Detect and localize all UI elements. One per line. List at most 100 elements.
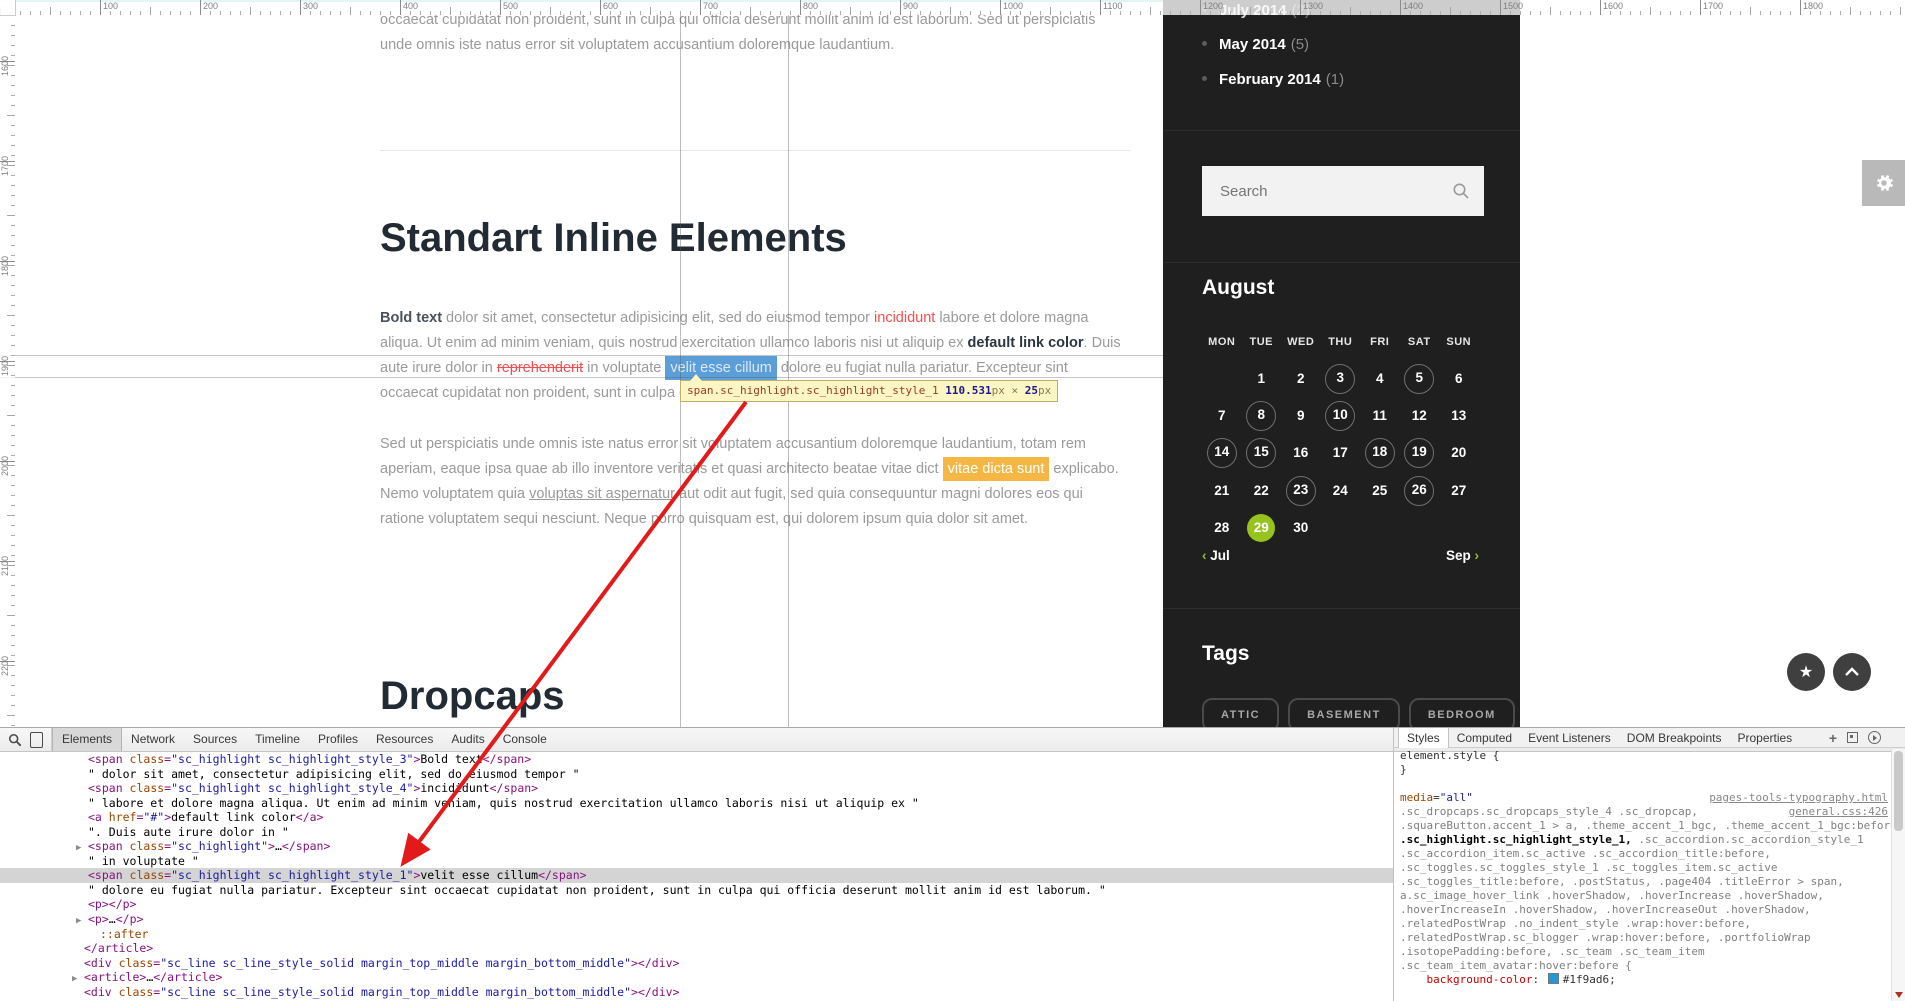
inspect-guide-bottom [0,377,1163,378]
devtools-tab[interactable]: Profiles [309,728,367,751]
dom-node-line[interactable]: " dolore eu fugiat nulla pariatur. Excep… [0,883,1393,898]
stylesheet-link[interactable]: pages-tools-typography.html [1709,791,1888,805]
calendar-day[interactable]: 6 [1439,360,1479,397]
calendar-day[interactable]: 14 [1202,435,1242,472]
devtools-tab[interactable]: Elements [52,728,122,751]
styles-tab[interactable]: Properties [1729,728,1800,748]
dom-node-line[interactable]: <div class="sc_line sc_line_style_solid … [0,985,1393,1000]
dom-node-line[interactable]: <p></p> [0,897,1393,912]
calendar-day[interactable]: 11 [1360,397,1400,434]
css-rule-line[interactable]: media="all"pages-tools-typography.html [1394,791,1892,805]
styles-tab[interactable]: Computed [1449,728,1520,748]
calendar-day[interactable] [1202,360,1242,397]
dom-node-line[interactable]: ▶<p>…</p> [0,912,1393,927]
css-rule-line[interactable]: element.style { [1394,749,1892,763]
calendar-day[interactable]: 15 [1242,435,1282,472]
calendar-day[interactable]: 26 [1400,472,1440,509]
styles-tab[interactable]: Styles [1398,728,1449,748]
css-rule-line[interactable]: .hoverIncreaseIn .hoverShadow, .hoverInc… [1394,903,1892,917]
dom-node-line[interactable]: <div class="sc_line sc_line_style_solid … [0,956,1393,971]
dom-node-line[interactable]: ▶<article>…</article> [0,970,1393,985]
calendar-day[interactable]: 27 [1439,472,1479,509]
calendar-day[interactable]: 7 [1202,397,1242,434]
dom-node-line[interactable]: ". Duis aute irure dolor in " [0,825,1393,840]
css-rule-line[interactable]: a.sc_image_hover_link .hoverShadow, .hov… [1394,889,1892,903]
css-rule-line[interactable]: .sc_toggles_title:before, .postStatus, .… [1394,875,1892,889]
animations-icon[interactable] [1868,731,1881,744]
calendar-day[interactable]: 29 [1242,510,1282,547]
calendar-day[interactable]: 24 [1321,472,1361,509]
stylesheet-link[interactable]: general.css:426 [1789,805,1888,819]
calendar-day[interactable]: 13 [1439,397,1479,434]
dom-node-line[interactable]: <span class="sc_highlight sc_highlight_s… [0,781,1393,796]
css-rule-line[interactable]: .relatedPostWrap .no_indent_style .wrap:… [1394,917,1892,931]
favorites-button[interactable]: ★ [1787,653,1825,691]
css-rule-line[interactable]: .sc_accordion_item.sc_active .sc_accordi… [1394,847,1892,861]
calendar-day[interactable]: 9 [1281,397,1321,434]
styles-tab[interactable]: Event Listeners [1520,728,1619,748]
calendar-day[interactable]: 2 [1281,360,1321,397]
css-rule-line[interactable]: .squareButton.accent_1 > a, .theme_accen… [1394,819,1892,833]
dom-node-line[interactable]: " in voluptate " [0,854,1393,869]
dom-node-line[interactable]: ::after [0,927,1393,942]
calendar-next-month[interactable]: Sep › [1446,548,1479,563]
dom-node-line[interactable]: ▶<span class="sc_highlight">…</span> [0,839,1393,854]
css-rule-line[interactable]: } [1394,763,1892,777]
devtools-tab[interactable]: Sources [184,728,246,751]
css-rule-line[interactable]: .sc_highlight.sc_highlight_style_1, .sc_… [1394,833,1892,847]
css-rule-line[interactable]: .isotopePadding:before, .sc_team .sc_tea… [1394,945,1892,959]
css-rule-line[interactable]: .sc_team_item_avatar:hover:before { [1394,959,1892,973]
styles-scrollbar[interactable] [1891,749,1905,1001]
calendar-day[interactable]: 4 [1360,360,1400,397]
calendar-day[interactable]: 25 [1360,472,1400,509]
scroll-down-arrow-icon[interactable] [1895,992,1903,998]
calendar-day[interactable]: 19 [1400,435,1440,472]
calendar-day[interactable]: 21 [1202,472,1242,509]
styles-tab[interactable]: DOM Breakpoints [1619,728,1730,748]
css-rule-line[interactable]: .sc_dropcaps.sc_dropcaps_style_4 .sc_dro… [1394,805,1892,819]
calendar-day[interactable]: 28 [1202,510,1242,547]
calendar-prev-month[interactable]: ‹ Jul [1202,548,1230,563]
calendar-day[interactable]: 18 [1360,435,1400,472]
dom-node-line[interactable]: </article> [0,941,1393,956]
dom-node-line[interactable]: " labore et dolore magna aliqua. Ut enim… [0,796,1393,811]
calendar-day[interactable]: 30 [1281,510,1321,547]
calendar-day[interactable]: 10 [1321,397,1361,434]
dom-node-line[interactable]: <a href="#">default link color</a> [0,810,1393,825]
devtools-tab[interactable]: Network [122,728,184,751]
css-rule-line[interactable]: .relatedPostWrap.sc_blogger .wrap:hover:… [1394,931,1892,945]
archive-link[interactable]: February 2014(1) [1202,63,1344,97]
calendar-day[interactable]: 17 [1321,435,1361,472]
archive-link[interactable]: May 2014(5) [1202,28,1309,62]
css-rule-line[interactable] [1394,777,1892,791]
new-style-rule-icon[interactable]: + [1829,732,1837,744]
devtools-tab[interactable]: Timeline [246,728,309,751]
scroll-to-top-button[interactable] [1833,653,1871,691]
devtools-panel: ElementsNetworkSourcesTimelineProfilesRe… [0,727,1905,1001]
calendar-day[interactable]: 22 [1242,472,1282,509]
css-rule-line[interactable]: .sc_toggles.sc_toggles_style_1 .sc_toggl… [1394,861,1892,875]
calendar-day[interactable]: 8 [1242,397,1282,434]
element-state-icon[interactable] [1847,732,1858,743]
devtools-tab[interactable]: Resources [367,728,442,751]
calendar-day[interactable]: 3 [1321,360,1361,397]
inspect-magnifier-icon[interactable] [8,733,22,747]
text-run[interactable]: default link color [968,335,1084,351]
dom-node-line[interactable]: <span class="sc_highlight sc_highlight_s… [0,868,1393,883]
theme-options-button[interactable] [1862,160,1905,206]
devtools-tab[interactable]: Console [494,728,556,751]
dom-node-line[interactable]: " dolor sit amet, consectetur adipisicin… [0,767,1393,782]
device-mode-icon[interactable] [30,732,43,748]
calendar-day[interactable]: 12 [1400,397,1440,434]
css-rule-line[interactable]: background-color: #1f9ad6; [1394,973,1892,987]
devtools-tab[interactable]: Audits [442,728,493,751]
calendar-day[interactable]: 16 [1281,435,1321,472]
dom-node-line[interactable]: <span class="sc_highlight sc_highlight_s… [0,752,1393,767]
calendar-day[interactable]: 23 [1281,472,1321,509]
calendar-day[interactable]: 5 [1400,360,1440,397]
scrollbar-thumb[interactable] [1894,751,1903,831]
calendar-day[interactable]: 20 [1439,435,1479,472]
search-input[interactable] [1202,166,1484,216]
search-icon[interactable] [1452,182,1470,200]
calendar-day[interactable]: 1 [1242,360,1282,397]
